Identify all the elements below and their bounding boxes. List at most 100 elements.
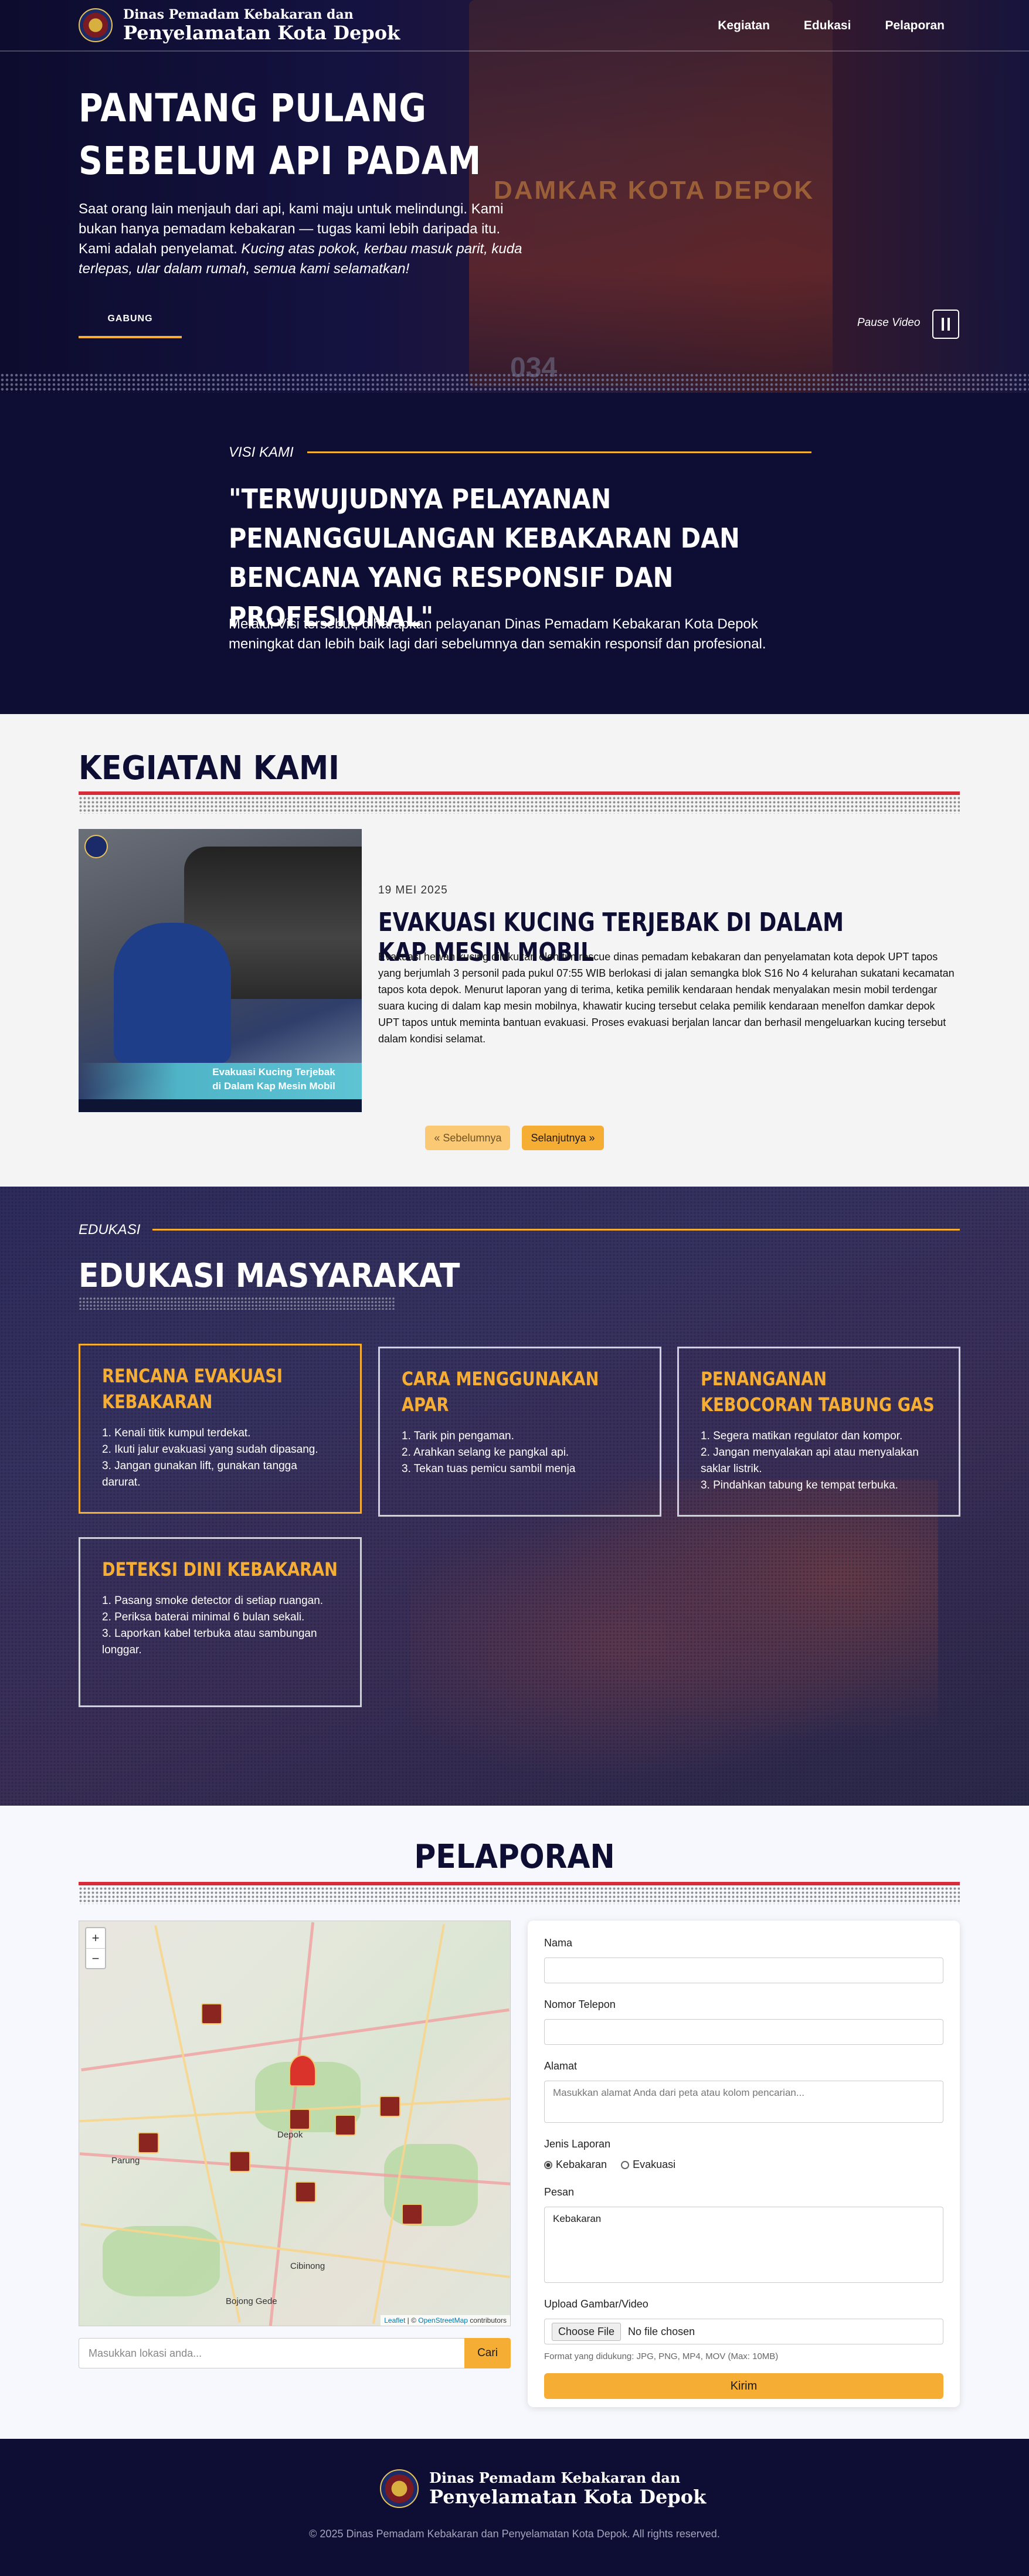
top-navbar: Dinas Pemadam Kebakaran dan Penyelamatan…: [0, 0, 1029, 52]
map-label: Bojong Gede: [226, 2296, 277, 2306]
pause-video-button[interactable]: [932, 310, 959, 339]
footer-brand: Dinas Pemadam Kebakaran dan Penyelamatan…: [380, 2469, 706, 2508]
file-upload-input[interactable]: Choose File No file chosen: [544, 2319, 943, 2344]
name-label: Nama: [544, 1937, 573, 1949]
edu-card-item: 2. Periksa baterai minimal 6 bulan sekal…: [102, 1611, 305, 1623]
edu-card-item: 2. Ikuti jalur evakuasi yang sudah dipas…: [102, 1443, 318, 1456]
map-zoom-control: + −: [85, 1927, 106, 1969]
submit-button[interactable]: Kirim: [544, 2373, 943, 2399]
radio-kebakaran[interactable]: Kebakaran: [544, 2159, 607, 2171]
activity-body: Evakuasi hewan kucing dilakukan oleh tim…: [378, 951, 955, 1045]
upload-hint: Format yang didukung: JPG, PNG, MP4, MOV…: [544, 2351, 779, 2361]
report-type-group: Kebakaran Evakuasi: [544, 2159, 943, 2171]
edu-card-deteksi[interactable]: DETEKSI DINI KEBAKARAN 1. Pasang smoke d…: [79, 1537, 362, 1707]
fire-station-marker-icon[interactable]: [379, 2096, 400, 2117]
social-strip: [79, 1099, 362, 1112]
edu-card-title: DETEKSI DINI KEBAKARAN: [102, 1558, 338, 1581]
nav-link-kegiatan[interactable]: Kegiatan: [718, 19, 770, 33]
location-search-input[interactable]: Masukkan lokasi anda...: [79, 2338, 464, 2368]
osm-link[interactable]: OpenStreetMap: [418, 2316, 468, 2324]
edu-card-item: 3. Pindahkan tabung ke tempat terbuka.: [701, 1479, 898, 1491]
leaflet-link[interactable]: Leaflet: [384, 2316, 405, 2324]
hero-section: DAMKAR KOTA DEPOK 034 PANTANG PULANG SEBE…: [0, 0, 1029, 393]
report-form: Nama Nomor Telepon Alamat Masukkan alama…: [528, 1921, 960, 2407]
map-attribution: Leaflet | © OpenStreetMap contributors: [381, 2315, 510, 2326]
title-underline: [79, 791, 960, 795]
copyright: © 2025 Dinas Pemadam Kebakaran dan Penye…: [309, 2528, 720, 2540]
upload-label: Upload Gambar/Video: [544, 2298, 648, 2310]
damkar-badge-icon: [84, 835, 108, 858]
footer-brand-line1: Dinas Pemadam Kebakaran dan: [429, 2469, 681, 2486]
fire-station-marker-icon[interactable]: [229, 2151, 250, 2172]
fire-station-marker-icon[interactable]: [295, 2181, 316, 2203]
address-field[interactable]: Masukkan alamat Anda dari peta atau kolo…: [544, 2081, 943, 2123]
edukasi-tag: EDUKASI: [79, 1222, 141, 1238]
address-label: Alamat: [544, 2060, 578, 2072]
radio-evakuasi[interactable]: Evakuasi: [621, 2159, 675, 2171]
map-label: Parung: [111, 2156, 140, 2166]
phone-field[interactable]: [544, 2019, 943, 2045]
brand[interactable]: Dinas Pemadam Kebakaran dan Penyelamatan…: [79, 8, 400, 42]
edu-card-title: PENANGANAN KEBOCORAN TABUNG GAS: [701, 1368, 935, 1416]
map-label: Cibinong: [290, 2261, 325, 2271]
edukasi-section: EDUKASI EDUKASI MASYARAKAT RENCANA EVAKU…: [0, 1187, 1029, 1806]
footer-brand-line2: Penyelamatan Kota Depok: [429, 2486, 707, 2508]
edu-card-title: RENCANA EVAKUASI KEBAKARAN: [102, 1365, 283, 1413]
truck-sign: DAMKAR KOTA DEPOK: [494, 176, 815, 205]
kegiatan-section: KEGIATAN KAMI Evakuasi Kucing Terjebak di…: [0, 714, 1029, 1187]
name-field[interactable]: [544, 1958, 943, 1983]
zoom-in-button[interactable]: +: [86, 1928, 105, 1948]
brand-line2: Penyelamatan Kota Depok: [123, 22, 400, 44]
fire-station-marker-icon[interactable]: [402, 2204, 423, 2225]
activity-image: Evakuasi Kucing Terjebak di Dalam Kap Mes…: [79, 829, 362, 1112]
vision-section: VISI KAMI "TERWUJUDNYA PELAYANAN PENANGG…: [0, 393, 1029, 714]
edu-card-apar[interactable]: CARA MENGGUNAKAN APAR 1. Tarik pin penga…: [378, 1347, 661, 1517]
nav-link-pelaporan[interactable]: Pelaporan: [885, 19, 945, 33]
edu-card-evakuasi[interactable]: RENCANA EVAKUASI KEBAKARAN 1. Kenali tit…: [79, 1344, 362, 1514]
pagination: « Sebelumnya Selanjutnya »: [0, 1126, 1029, 1150]
fire-station-marker-icon[interactable]: [138, 2132, 159, 2153]
choose-file-button[interactable]: Choose File: [552, 2322, 622, 2341]
nav-link-edukasi[interactable]: Edukasi: [804, 19, 851, 33]
file-status: No file chosen: [628, 2325, 695, 2337]
edu-card-item: 2. Arahkan selang ke pangkal api.: [402, 1446, 569, 1459]
message-field[interactable]: Kebakaran: [544, 2207, 943, 2283]
report-type-label: Jenis Laporan: [544, 2138, 611, 2150]
hero-text: Saat orang lain menjauh dari api, kami m…: [79, 201, 522, 277]
radio-checked-icon: [544, 2161, 552, 2170]
damkar-logo-icon: [79, 8, 113, 42]
fire-station-marker-icon[interactable]: [201, 2003, 222, 2024]
divider-line: [152, 1229, 960, 1231]
fire-report-marker-icon[interactable]: [289, 2055, 316, 2086]
fire-station-marker-icon[interactable]: [289, 2109, 310, 2130]
divider-line: [307, 451, 811, 453]
edu-card-item: 1. Tarik pin pengaman.: [402, 1430, 514, 1442]
phone-label: Nomor Telepon: [544, 1999, 616, 2010]
dot-pattern: [79, 796, 960, 814]
edu-card-item: 1. Kenali titik kumpul terdekat.: [102, 1427, 251, 1439]
message-label: Pesan: [544, 2186, 575, 2198]
nav-links: Kegiatan Edukasi Pelaporan: [718, 19, 945, 33]
hero-dot-band: [0, 373, 1029, 393]
edu-card-item: 1. Pasang smoke detector di setiap ruang…: [102, 1595, 324, 1607]
edukasi-title: EDUKASI MASYARAKAT: [79, 1257, 460, 1295]
vision-tag: VISI KAMI: [229, 444, 294, 460]
previous-button[interactable]: « Sebelumnya: [425, 1126, 511, 1150]
dot-pattern: [79, 1887, 960, 1904]
kegiatan-title: KEGIATAN KAMI: [79, 749, 339, 787]
edu-card-gas[interactable]: PENANGANAN KEBOCORAN TABUNG GAS 1. Seger…: [677, 1347, 960, 1517]
vision-quote: "TERWUJUDNYA PELAYANAN PENANGGULANGAN KE…: [229, 483, 740, 633]
report-map[interactable]: + − Depok Parung Cibinong Bojong Gede Le…: [79, 1921, 511, 2326]
zoom-out-button[interactable]: −: [86, 1948, 105, 1968]
search-button[interactable]: Cari: [464, 2338, 511, 2368]
edu-card-item: 3. Tekan tuas pemicu sambil menja: [402, 1463, 576, 1475]
pelaporan-title: PELAPORAN: [414, 1838, 615, 1876]
fire-station-marker-icon[interactable]: [335, 2115, 356, 2136]
damkar-logo-icon: [380, 2469, 419, 2508]
title-underline: [79, 1882, 960, 1885]
edu-card-item: 2. Jangan menyalakan api atau menyalakan…: [701, 1446, 919, 1475]
join-button[interactable]: GABUNG: [79, 302, 182, 338]
next-button[interactable]: Selanjutnya »: [522, 1126, 604, 1150]
edu-card-title: CARA MENGGUNAKAN APAR: [402, 1368, 599, 1416]
brand-line1: Dinas Pemadam Kebakaran dan: [123, 7, 354, 22]
